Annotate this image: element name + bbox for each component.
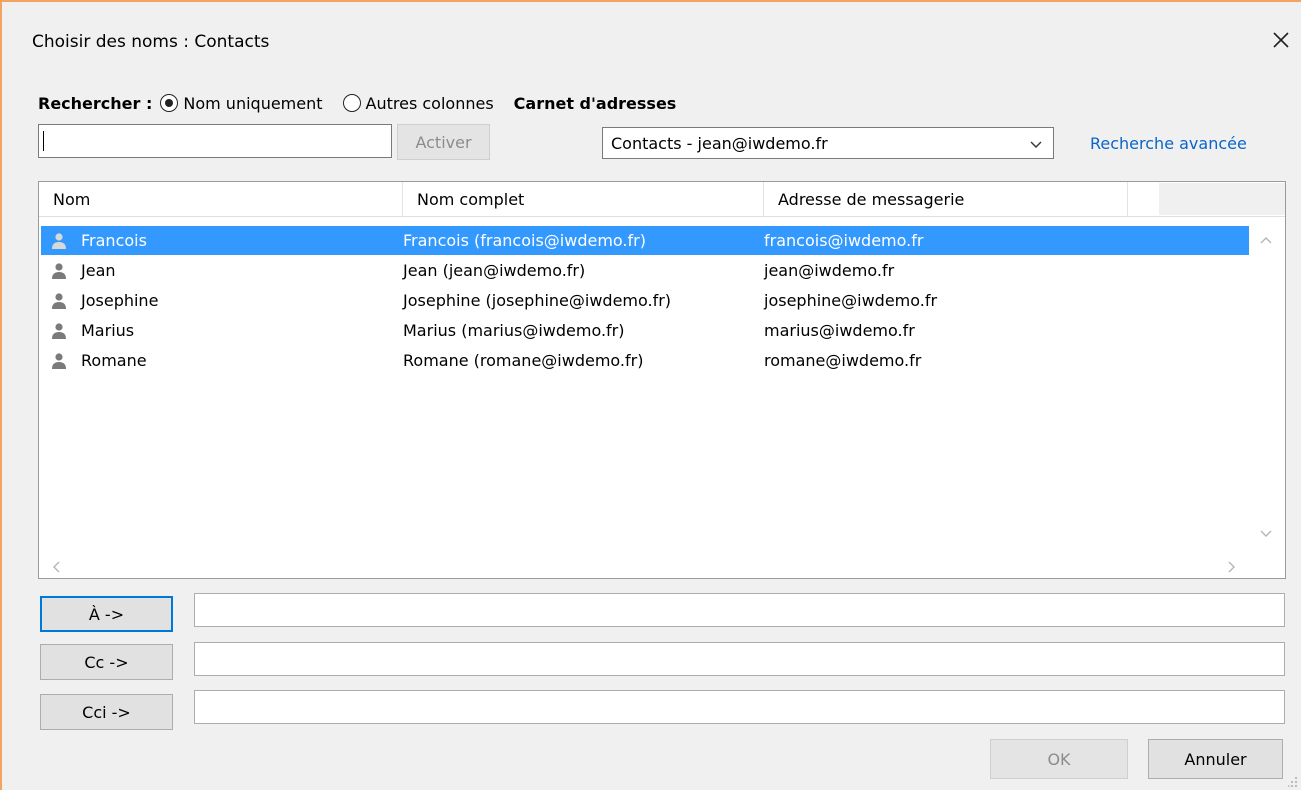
activer-button[interactable]: Activer (397, 124, 490, 160)
scroll-down-icon[interactable] (1259, 529, 1273, 539)
radio-name-only-label: Nom uniquement (183, 93, 323, 113)
cancel-button[interactable]: Annuler (1148, 739, 1283, 779)
contact-row[interactable]: Jean Jean (jean@iwdemo.fr) jean@iwdemo.fr (41, 256, 1249, 285)
text-caret (43, 131, 44, 151)
dialog-title: Choisir des noms : Contacts (32, 32, 270, 52)
column-divider[interactable] (1127, 182, 1128, 216)
search-options-row: Rechercher : Nom uniquement Autres colon… (38, 92, 676, 114)
contact-full-name: Romane (romane@iwdemo.fr) (403, 351, 644, 370)
bcc-button[interactable]: Cci -> (40, 694, 173, 730)
contact-row[interactable]: Francois Francois (francois@iwdemo.fr) fra… (41, 226, 1249, 255)
advanced-search-link[interactable]: Recherche avancée (1090, 134, 1247, 153)
radio-other-columns-label: Autres colonnes (365, 93, 494, 113)
contact-full-name: Francois (francois@iwdemo.fr) (403, 231, 646, 250)
list-header: Nom Nom complet Adresse de messagerie (39, 182, 1285, 217)
scroll-left-icon[interactable] (51, 560, 61, 574)
search-input[interactable] (38, 124, 392, 158)
contact-full-name: Marius (marius@iwdemo.fr) (403, 321, 625, 340)
contact-name: Francois (81, 231, 147, 250)
radio-unchecked-icon (342, 94, 361, 112)
close-icon (1273, 32, 1289, 48)
scroll-right-icon[interactable] (1227, 560, 1237, 574)
radio-other-columns[interactable]: Autres colonnes (342, 93, 494, 113)
contact-name: Romane (81, 351, 147, 370)
window-frame-top (0, 0, 1301, 2)
ok-button[interactable]: OK (990, 739, 1128, 779)
contact-email: josephine@iwdemo.fr (764, 291, 938, 310)
window-frame-left (0, 0, 2, 790)
to-button[interactable]: À -> (40, 596, 173, 632)
address-book-label: Carnet d'adresses (513, 93, 677, 113)
radio-name-only[interactable]: Nom uniquement (160, 93, 323, 113)
bcc-field[interactable] (194, 690, 1285, 724)
radio-checked-icon (160, 94, 179, 112)
contact-email: marius@iwdemo.fr (764, 321, 915, 340)
contact-row[interactable]: Marius Marius (marius@iwdemo.fr) marius@iw… (41, 316, 1249, 345)
cc-field[interactable] (194, 642, 1285, 676)
contact-name: Josephine (81, 291, 159, 310)
to-field[interactable] (194, 593, 1285, 627)
contact-email: francois@iwdemo.fr (764, 231, 924, 250)
contact-person-icon (51, 316, 67, 345)
contact-full-name: Jean (jean@iwdemo.fr) (403, 261, 586, 280)
contact-row[interactable]: Romane Romane (romane@iwdemo.fr) romane@iw… (41, 346, 1249, 375)
search-label: Rechercher : (38, 93, 153, 113)
column-header-nom-complet[interactable]: Nom complet (403, 182, 763, 216)
scroll-up-icon[interactable] (1259, 235, 1273, 245)
contact-name: Marius (81, 321, 135, 340)
address-book-select[interactable]: Contacts - jean@iwdemo.fr (602, 127, 1054, 159)
contact-row[interactable]: Josephine Josephine (josephine@iwdemo.fr)… (41, 286, 1249, 315)
contact-person-icon (51, 226, 67, 255)
chevron-down-icon (1030, 141, 1042, 148)
column-header-adresse[interactable]: Adresse de messagerie (764, 182, 1127, 216)
header-filler (1159, 183, 1285, 215)
contacts-list[interactable]: Nom Nom complet Adresse de messagerie Fr… (38, 181, 1286, 579)
address-book-value: Contacts - jean@iwdemo.fr (611, 133, 828, 153)
column-header-nom[interactable]: Nom (39, 182, 402, 216)
horizontal-scrollbar[interactable] (39, 555, 1249, 577)
contact-email: jean@iwdemo.fr (764, 261, 895, 280)
contact-person-icon (51, 256, 67, 285)
close-button[interactable] (1267, 26, 1295, 54)
cc-button[interactable]: Cc -> (40, 644, 173, 680)
contact-person-icon (51, 286, 67, 315)
contact-email: romane@iwdemo.fr (764, 351, 922, 370)
resize-grip-icon[interactable] (1288, 776, 1298, 788)
contact-full-name: Josephine (josephine@iwdemo.fr) (403, 291, 672, 310)
contact-person-icon (51, 346, 67, 375)
contact-name: Jean (81, 261, 116, 280)
vertical-scrollbar[interactable] (1249, 217, 1283, 555)
